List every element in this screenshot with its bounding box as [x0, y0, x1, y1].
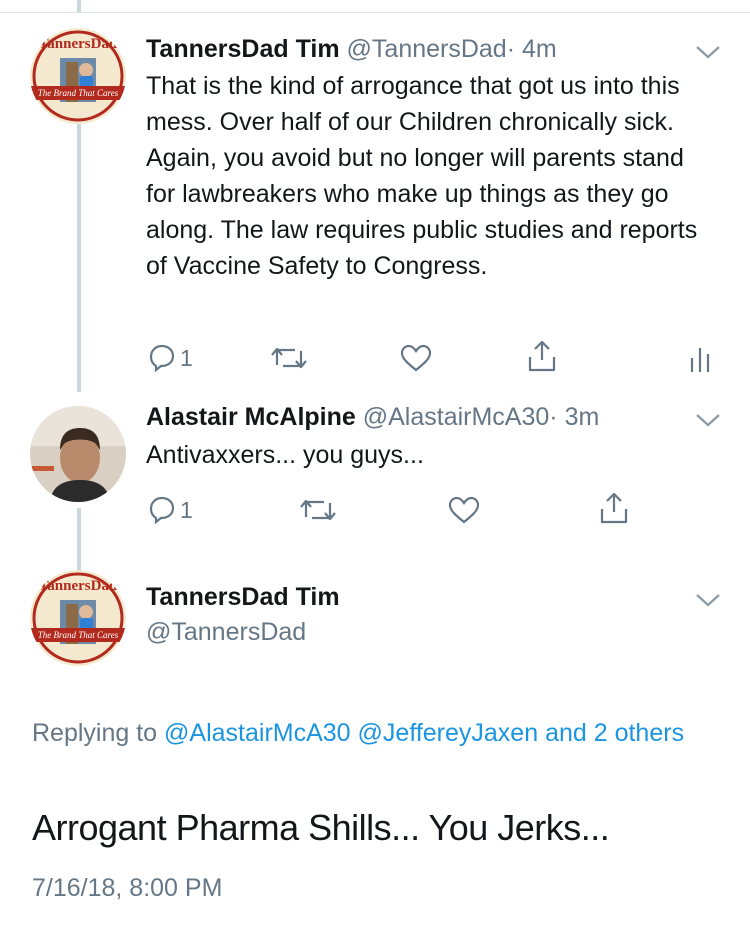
avatar[interactable]: The Brand That Cares TannersDad: [30, 28, 126, 124]
tweet-header: Alastair McAlpine @AlastairMcA30· 3m: [146, 402, 599, 432]
tweet-header: TannersDad Tim @TannersDad· 4m: [146, 34, 557, 64]
chevron-down-icon[interactable]: [695, 412, 721, 428]
retweet-icon: [271, 347, 307, 369]
thread-line-top: [77, 0, 81, 12]
analytics-button[interactable]: [688, 342, 712, 376]
reply-icon: [149, 344, 175, 373]
user-handle[interactable]: @TannersDad: [347, 35, 507, 63]
like-button[interactable]: [447, 493, 481, 527]
tweet-text: Antivaxxers... you guys...: [146, 441, 424, 469]
user-handle[interactable]: @TannersDad: [146, 617, 306, 647]
retweet-button[interactable]: [269, 341, 309, 375]
reply-icon: [149, 496, 175, 525]
share-button[interactable]: [598, 491, 630, 525]
avatar-banner-text: The Brand That Cares: [38, 630, 119, 640]
mention-link[interactable]: @AlastairMcA30: [164, 719, 351, 747]
replying-to: Replying to @AlastairMcA30 @JeffereyJaxe…: [32, 714, 722, 752]
display-name[interactable]: TannersDad Tim: [146, 582, 340, 612]
others-link[interactable]: and 2 others: [545, 719, 684, 747]
reply-count: 1: [180, 344, 193, 371]
avatar[interactable]: The Brand That Cares TannersDad: [30, 570, 126, 666]
display-name-text: TannersDad Tim: [146, 583, 340, 611]
avatar-logo-text: TannersDad: [39, 36, 118, 52]
tweet-text: That is the kind of arrogance that got u…: [146, 72, 698, 280]
display-name[interactable]: TannersDad Tim: [146, 35, 340, 63]
like-button[interactable]: [399, 341, 433, 375]
tweet-time[interactable]: · 4m: [507, 35, 557, 63]
user-handle[interactable]: @AlastairMcA30: [363, 403, 550, 431]
avatar-banner-text: The Brand That Cares: [38, 88, 119, 98]
user-handle-text: @TannersDad: [146, 618, 307, 646]
avatar[interactable]: [30, 406, 126, 502]
reply-button[interactable]: 1: [147, 493, 193, 527]
replying-to-label: Replying to: [32, 719, 165, 747]
retweet-icon: [300, 499, 336, 521]
mention-link[interactable]: @JeffereyJaxen: [358, 719, 539, 747]
avatar-logo-text: TannersDad: [39, 578, 118, 594]
chevron-down-icon[interactable]: [695, 44, 721, 60]
analytics-icon: [690, 348, 710, 372]
tweet-text: Arrogant Pharma Shills... You Jerks...: [32, 807, 610, 848]
thread-line-1: [77, 124, 81, 392]
like-icon: [400, 344, 432, 372]
thread-line-2: [77, 508, 81, 572]
tweet-time[interactable]: · 3m: [549, 403, 599, 431]
tweet-timestamp[interactable]: 7/16/18, 8:00 PM: [32, 874, 222, 903]
chevron-down-icon[interactable]: [695, 592, 721, 608]
display-name[interactable]: Alastair McAlpine: [146, 403, 356, 431]
top-divider: [0, 12, 750, 13]
share-icon: [600, 492, 628, 524]
share-button[interactable]: [526, 339, 558, 373]
reply-button[interactable]: 1: [147, 341, 193, 375]
like-icon: [448, 496, 480, 524]
reply-count: 1: [180, 496, 193, 523]
share-icon: [528, 340, 556, 372]
retweet-button[interactable]: [298, 493, 338, 527]
